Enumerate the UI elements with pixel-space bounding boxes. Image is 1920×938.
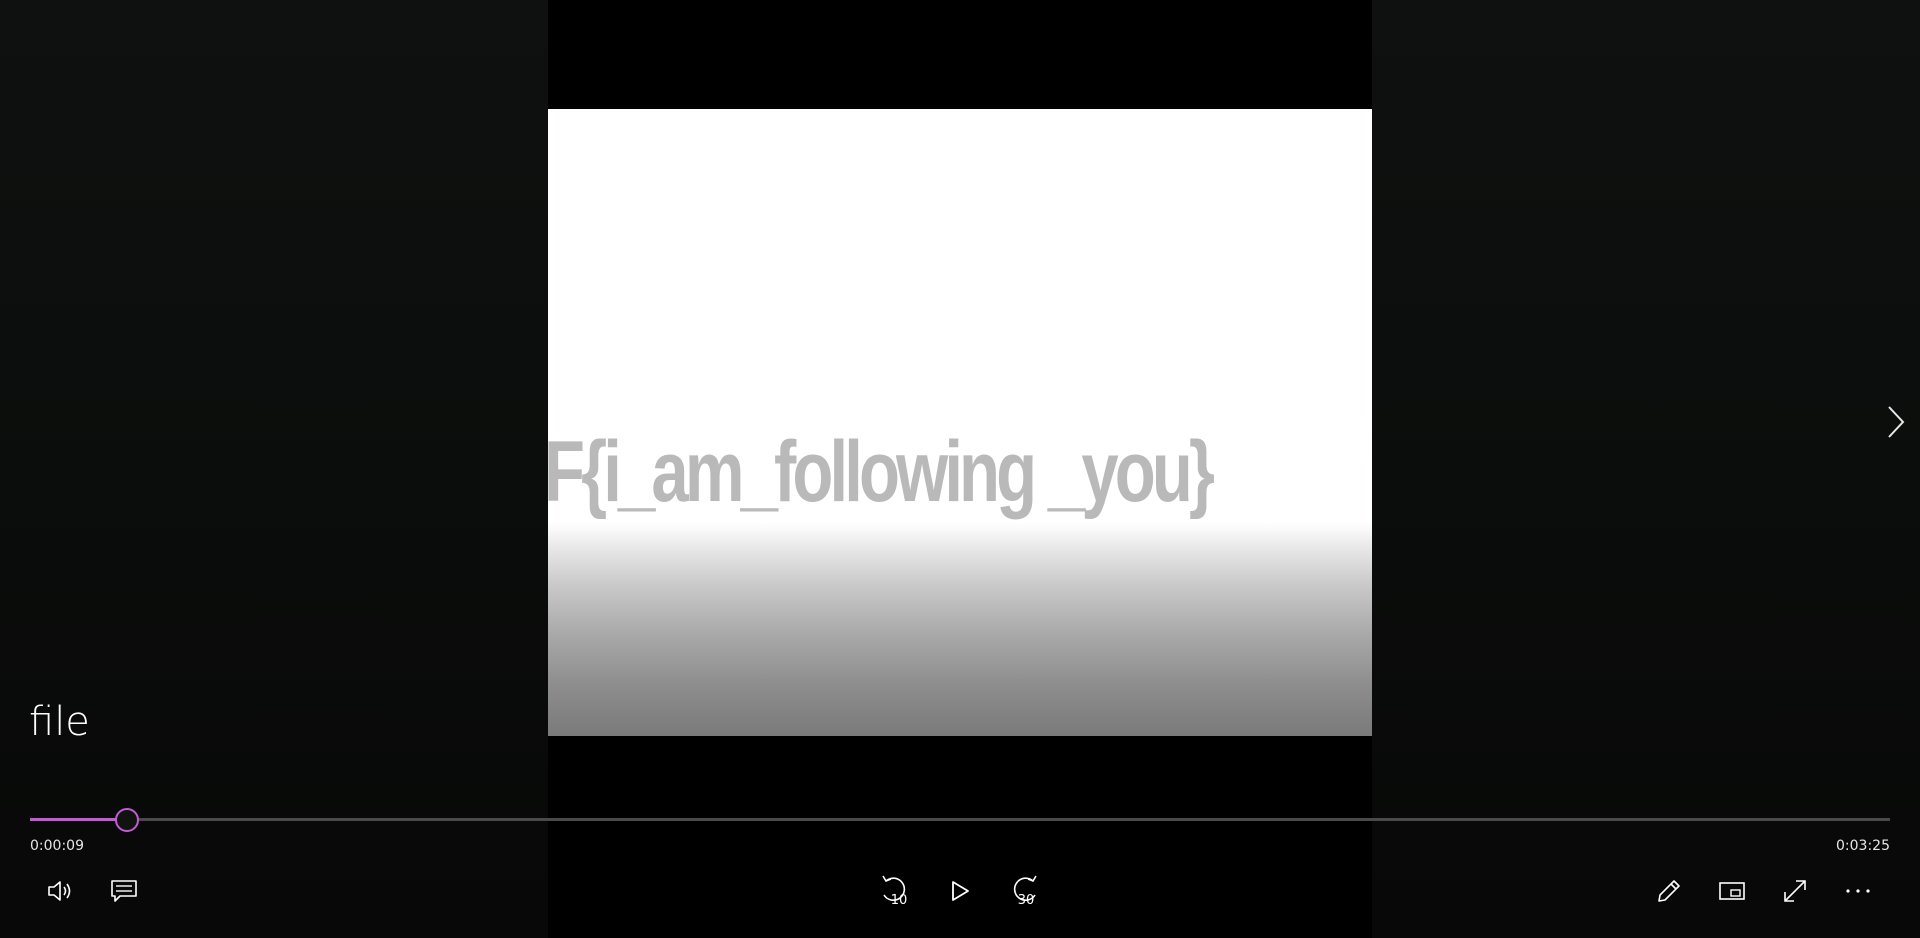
mini-view-button[interactable] (1710, 869, 1754, 913)
play-icon (949, 879, 971, 903)
seek-bar-progress (30, 818, 127, 821)
volume-icon (47, 879, 75, 903)
captions-button[interactable] (102, 869, 146, 913)
seek-bar-thumb[interactable] (114, 808, 139, 832)
chevron-right-icon (1886, 405, 1906, 443)
skip-forward-30-icon: 30 (1001, 869, 1045, 913)
more-icon (1844, 887, 1872, 895)
total-time: 0:03:25 (1836, 838, 1890, 854)
more-options-button[interactable] (1836, 869, 1880, 913)
video-frame[interactable]: F{i_am_following _you} (548, 109, 1372, 736)
video-title: file (29, 699, 90, 745)
fullscreen-icon (1781, 877, 1809, 905)
volume-button[interactable] (39, 869, 83, 913)
current-time: 0:00:09 (30, 838, 84, 854)
captions-icon (110, 878, 138, 904)
next-video-button[interactable] (1878, 402, 1914, 446)
mini-view-icon (1718, 880, 1746, 902)
skip-forward-button[interactable]: 30 (1001, 869, 1045, 913)
skip-back-10-icon: 10 (874, 869, 918, 913)
play-button[interactable] (938, 869, 982, 913)
video-frame-text: F{i_am_following _you} (548, 424, 1215, 520)
skip-back-label: 10 (890, 893, 908, 908)
edit-button[interactable] (1647, 869, 1691, 913)
skip-back-button[interactable]: 10 (874, 869, 918, 913)
media-player: F{i_am_following _you} file 0:00:09 0:03… (0, 0, 1920, 938)
skip-forward-label: 30 (1017, 893, 1035, 908)
pencil-icon (1655, 877, 1683, 905)
seek-bar[interactable] (30, 808, 1890, 832)
fullscreen-button[interactable] (1773, 869, 1817, 913)
